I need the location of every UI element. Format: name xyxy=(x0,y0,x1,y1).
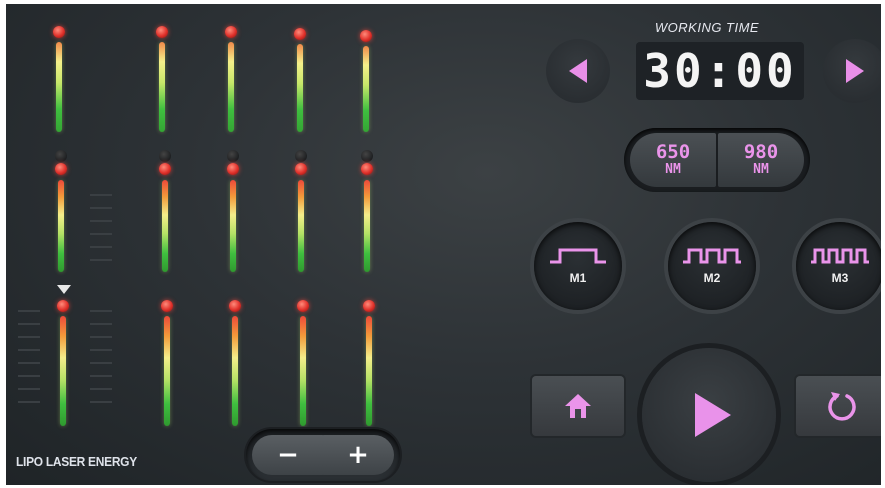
time-increase-button[interactable] xyxy=(823,39,881,103)
wavelength-value: 980 xyxy=(743,141,779,164)
triangle-left-icon xyxy=(569,59,587,83)
device-screen: LIPO LASER ENERGY − + WORKING TIME 30:00… xyxy=(6,4,881,485)
refresh-icon xyxy=(828,392,856,421)
mode-m1-button[interactable]: M1 xyxy=(534,222,622,310)
fast-pulse-wave-icon xyxy=(811,248,869,264)
play-button[interactable] xyxy=(642,348,776,482)
mode-m2-button[interactable]: M2 xyxy=(668,222,756,310)
scale-ticks xyxy=(18,310,40,414)
energy-adjust-group: − + xyxy=(246,429,400,481)
wavelength-selector: 650 NM 980 NM xyxy=(624,128,810,192)
wavelength-unit: NM xyxy=(753,162,769,178)
wavelength-value: 650 xyxy=(655,141,691,164)
scale-ticks xyxy=(90,310,112,414)
energy-label: LIPO LASER ENERGY xyxy=(16,454,137,469)
mode-label: M1 xyxy=(569,271,587,285)
scale-ticks xyxy=(90,194,112,272)
wavelength-980-button[interactable]: 980 NM xyxy=(718,133,804,187)
continuous-wave-icon xyxy=(550,248,606,264)
mode-m3-button[interactable]: M3 xyxy=(796,222,881,310)
decrease-button[interactable]: − xyxy=(252,435,324,475)
play-icon xyxy=(695,393,731,437)
increase-button[interactable]: + xyxy=(322,435,394,475)
pulse-wave-icon xyxy=(683,248,741,264)
wavelength-650-button[interactable]: 650 NM xyxy=(630,133,716,187)
time-decrease-button[interactable] xyxy=(546,39,610,103)
wavelength-unit: NM xyxy=(665,162,681,178)
triangle-right-icon xyxy=(846,59,864,83)
reset-button[interactable] xyxy=(796,376,881,436)
home-icon xyxy=(565,394,591,418)
mode-label: M2 xyxy=(703,271,721,285)
working-time-label: WORKING TIME xyxy=(654,20,760,35)
mode-label: M3 xyxy=(831,271,849,285)
selected-slider-marker-icon xyxy=(57,285,71,294)
working-time-display: 30:00 xyxy=(636,42,804,100)
home-button[interactable] xyxy=(532,376,624,436)
